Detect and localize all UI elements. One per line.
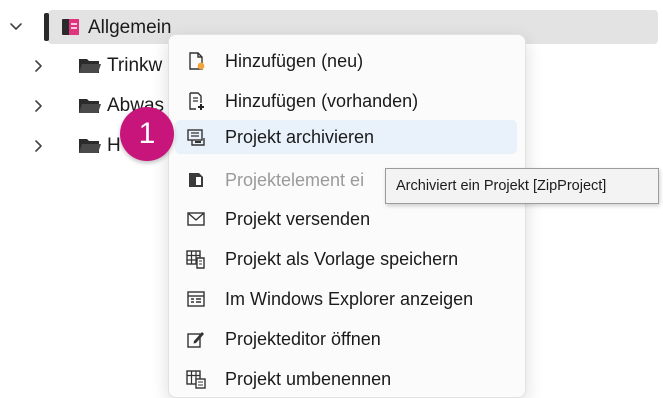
save-template-icon (186, 250, 205, 269)
chevron-down-icon[interactable] (8, 18, 24, 34)
tree-item-label: Trinkw (107, 55, 163, 76)
project-icon (62, 19, 79, 35)
menu-item-rename-project[interactable]: Projekt umbenennen (175, 362, 517, 396)
menu-item-label: Projekt umbenennen (225, 369, 392, 389)
menu-item-label: Projekt archivieren (225, 127, 375, 147)
folder-icon (79, 99, 101, 113)
menu-item-label: Im Windows Explorer anzeigen (225, 289, 474, 309)
tree-item-label: H (107, 135, 121, 156)
context-menu: Hinzufügen (neu) Hinzufügen (vorhanden) … (168, 34, 526, 398)
tree-item-marker (44, 13, 49, 41)
chevron-right-icon[interactable] (30, 138, 46, 154)
menu-item-label: Hinzufügen (vorhanden) (225, 91, 419, 111)
menu-item-add-existing[interactable]: Hinzufügen (vorhanden) (175, 84, 517, 118)
menu-item-send-project[interactable]: Projekt versenden (175, 202, 517, 236)
menu-item-label: Projekt als Vorlage speichern (225, 249, 459, 269)
menu-item-add-new[interactable]: Hinzufügen (neu) (175, 44, 517, 78)
folder-icon (79, 139, 101, 153)
menu-item-archive-project[interactable]: Projekt archivieren (175, 120, 517, 154)
explorer-icon (187, 291, 205, 307)
menu-item-show-in-explorer[interactable]: Im Windows Explorer anzeigen (175, 282, 517, 316)
add-existing-icon (189, 92, 204, 110)
envelope-icon (187, 212, 205, 226)
tree-item-label: Allgemein (88, 17, 172, 38)
tooltip-text: Archiviert ein Projekt [ZipProject] (396, 178, 607, 194)
tooltip: Archiviert ein Projekt [ZipProject] (385, 168, 659, 204)
menu-item-label: Projekt versenden (225, 209, 371, 229)
menu-item-save-as-template[interactable]: Projekt als Vorlage speichern (175, 242, 517, 276)
step-badge: 1 (120, 107, 174, 161)
rename-icon (186, 370, 206, 389)
folder-icon (79, 59, 101, 73)
edit-icon (187, 332, 204, 348)
menu-item-label: Projektelement ei (225, 170, 365, 190)
menu-item-label: Projekteditor öffnen (225, 329, 381, 349)
archive-icon (187, 129, 205, 146)
chevron-right-icon[interactable] (30, 98, 46, 114)
new-file-icon (189, 52, 205, 70)
menu-item-label: Hinzufügen (neu) (225, 51, 364, 71)
menu-item-open-project-editor[interactable]: Projekteditor öffnen (175, 322, 517, 356)
project-element-icon (189, 173, 203, 187)
chevron-right-icon[interactable] (30, 58, 46, 74)
